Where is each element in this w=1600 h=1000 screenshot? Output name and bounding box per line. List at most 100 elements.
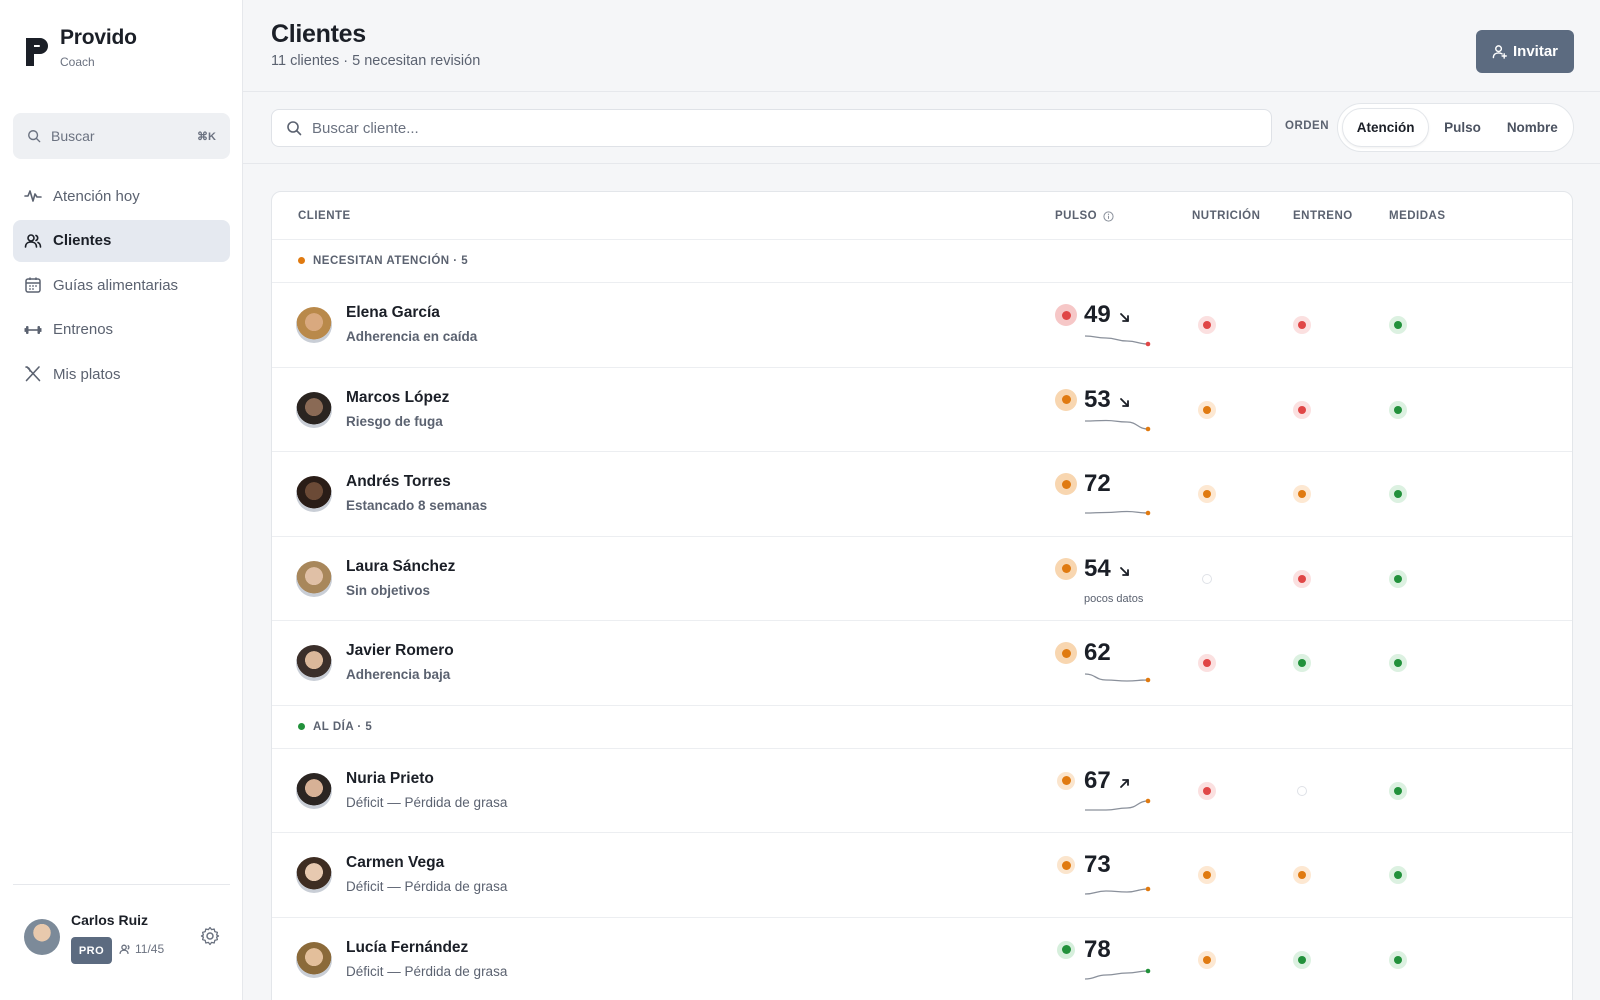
measures-status-dot [1389,400,1407,419]
client-status: Adherencia baja [346,667,451,682]
sidebar-item-guias-alimentarias[interactable]: Guías alimentarias [13,264,230,306]
trend-down-icon [1120,313,1129,322]
group-label: AL DÍA · 5 [313,720,373,733]
client-search[interactable] [271,109,1272,147]
toolbar: ORDEN Atención Pulso Nombre [243,92,1600,164]
table-row[interactable]: Nuria Prieto Déficit — Pérdida de grasa 67 [272,749,1572,833]
sidebar-item-clientes[interactable]: Clientes [13,219,230,262]
order-option-pulso[interactable]: Pulso [1429,108,1495,147]
order-option-nombre[interactable]: Nombre [1496,108,1569,147]
client-name[interactable]: Marcos López [346,389,449,407]
training-status-dot [1293,485,1311,503]
client-quota-label: 11/45 [135,942,165,956]
measures-status-dot [1389,950,1407,969]
plan-badge: PRO [71,937,112,964]
training-status-dot [1293,654,1311,672]
search-shortcut: ⌘K [197,130,216,143]
avatar [296,476,332,512]
utensils-icon [25,366,41,382]
pulse-status-dot [1057,856,1075,874]
invite-button[interactable]: Invitar [1476,30,1574,73]
pulse-value: 62 [1084,639,1111,666]
pulse-sparkline [1085,798,1151,811]
avatar [296,772,332,809]
sidebar-item-entrenos[interactable]: Entrenos [13,309,230,351]
client-name[interactable]: Lucía Fernández [346,939,468,957]
pulse-sparkline [1084,419,1151,431]
sidebar-search[interactable]: Buscar ⌘K [13,113,230,159]
user-name: Carlos Ruiz [71,912,149,928]
sidebar-item-atencion-hoy[interactable]: Atención hoy [13,175,230,217]
pulse-value: 49 [1084,301,1111,328]
client-name[interactable]: Elena García [346,304,440,322]
brand-name: Provido [60,26,137,49]
client-quota: 11/45 [119,942,164,956]
client-name[interactable]: Andrés Torres [346,473,451,491]
sidebar-nav: Atención hoy Clientes Guías alimentarias… [13,175,230,398]
trend-up-icon [1120,778,1129,788]
brand-subtitle: Coach [60,55,95,69]
table-row[interactable]: Marcos López Riesgo de fuga 53 [272,368,1572,452]
client-status: Déficit — Pérdida de grasa [346,963,508,979]
table-row[interactable]: Carmen Vega Déficit — Pérdida de grasa 73 [272,833,1572,918]
calendar-icon [25,277,41,293]
user-plus-icon [1492,45,1507,59]
nutrition-status-dot [1198,316,1216,334]
measures-status-dot [1389,654,1407,672]
pulse-value: 72 [1084,470,1111,497]
pulse-value: 54 [1084,554,1111,582]
sidebar: Provido Coach Buscar ⌘K Atención hoy Cli… [0,0,243,1000]
info-icon[interactable] [1103,210,1114,222]
training-status-dot [1293,950,1311,969]
invite-label: Invitar [1512,43,1558,60]
column-nutrition[interactable]: NUTRICIÓN [1192,210,1260,222]
gear-icon[interactable] [200,926,220,946]
brand: Provido Coach [24,26,137,69]
nutrition-status-dot [1198,781,1216,800]
training-status-dot [1297,785,1307,796]
sidebar-item-label: Entrenos [53,321,114,338]
column-pulse-label: PULSO [1055,210,1098,222]
column-training[interactable]: ENTRENO [1293,210,1353,222]
few-data-note: pocos datos [1084,592,1144,605]
table-row[interactable]: Javier Romero Adherencia baja 62 [272,621,1572,706]
training-status-dot [1293,569,1311,588]
client-name[interactable]: Laura Sánchez [346,558,455,576]
column-measures[interactable]: MEDIDAS [1389,210,1446,222]
page-header: Clientes 11 clientes · 5 necesitan revis… [243,0,1600,92]
sidebar-item-mis-platos[interactable]: Mis platos [13,353,230,395]
order-segmented-control: Atención Pulso Nombre [1337,103,1574,152]
pulse-sparkline [1084,673,1151,683]
client-name[interactable]: Carmen Vega [346,854,444,872]
column-pulse[interactable]: PULSO [1055,210,1114,222]
table-header: CLIENTE PULSO NUTRICIÓN ENTRENO MEDIDAS [272,192,1572,240]
nutrition-status-dot [1198,654,1216,672]
pulse-status-dot [1055,388,1077,411]
order-option-atencion[interactable]: Atención [1342,108,1430,147]
pulse-value: 73 [1084,851,1111,878]
table-row[interactable]: Lucía Fernández Déficit — Pérdida de gras… [272,918,1572,1000]
page-subtitle: 11 clientes · 5 necesitan revisión [271,53,481,69]
pulse-status-dot [1057,771,1075,790]
client-status: Sin objetivos [346,582,431,598]
column-client[interactable]: CLIENTE [298,210,351,222]
avatar [296,941,332,978]
table-row[interactable]: Andrés Torres Estancado 8 semanas 72 [272,452,1572,537]
table-row[interactable]: Laura Sánchez Sin objetivos 54 pocos datos [272,537,1572,621]
client-search-input[interactable] [312,119,1212,137]
brand-logo-icon [26,38,48,66]
avatar [296,560,332,597]
measures-status-dot [1389,485,1407,503]
nutrition-status-dot [1202,573,1212,584]
trend-down-icon [1120,397,1129,407]
table-row[interactable]: Elena García Adherencia en caída 49 [272,283,1572,368]
client-status: Riesgo de fuga [346,413,443,429]
avatar[interactable] [24,919,60,955]
user-panel: Carlos Ruiz PRO 11/45 [13,884,230,1000]
sidebar-item-label: Mis platos [53,365,121,383]
client-name[interactable]: Nuria Prieto [346,770,434,788]
activity-icon [24,190,42,202]
users-icon [24,233,42,248]
client-name[interactable]: Javier Romero [346,642,454,660]
search-icon [287,121,302,136]
